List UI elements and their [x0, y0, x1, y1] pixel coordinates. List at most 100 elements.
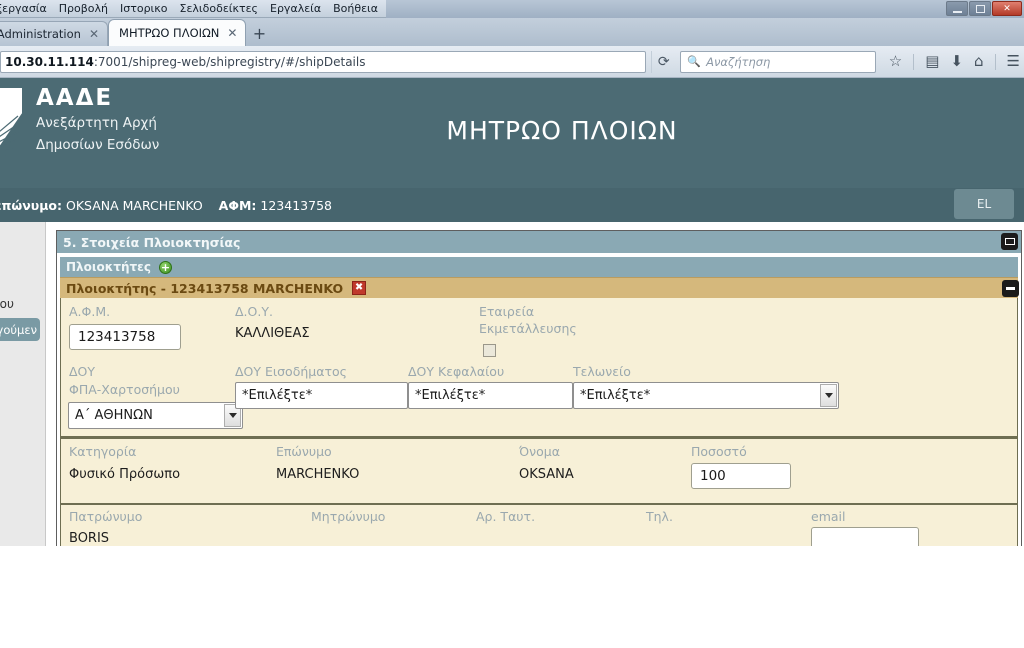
section-collapse-button[interactable] [1001, 233, 1018, 250]
close-icon: ✕ [1003, 3, 1011, 14]
category-value: Φυσικό Πρόσωπο [69, 467, 181, 482]
window-close-button[interactable]: ✕ [992, 1, 1022, 16]
owner-header: Πλοιοκτήτης - 123413758 MARCHENKO ✖ [60, 277, 1019, 298]
percent-input[interactable]: 100 [691, 463, 791, 489]
phone-label: Τηλ. [646, 509, 673, 524]
new-tab-button[interactable]: + [246, 21, 272, 46]
customs-select[interactable]: *Επιλέξτε* [573, 382, 839, 409]
library-icon[interactable]: ▤ [925, 54, 939, 69]
bookmark-star-icon[interactable]: ☆ [889, 54, 902, 69]
tab-title: - Administration [0, 27, 81, 41]
details-row: Πατρώνυμο BORIS Μητρώνυμο Αρ. Ταυτ. Τηλ.… [60, 503, 1018, 546]
id-label: Αρ. Ταυτ. [476, 509, 536, 524]
hamburger-menu-icon[interactable]: ☰ [1007, 54, 1020, 69]
afm-label: ΑΦΜ: [218, 197, 257, 213]
home-icon[interactable]: ⌂ [974, 54, 984, 69]
owner-title: Πλοιοκτήτης - 123413758 MARCHENKO [66, 280, 344, 296]
doy-vat-select[interactable]: Α΄ ΑΘΗΝΩΝ [68, 402, 243, 429]
search-box[interactable]: 🔍 Αναζήτηση [680, 50, 876, 73]
browser-toolbar-icons: ☆ ▤ ⬇ ⌂ ☰ [881, 53, 1020, 70]
url-path: :7001/shipreg-web/shipregistry/#/shipDet… [93, 54, 366, 69]
doy-capital-select[interactable]: *Επιλέξτε* [408, 382, 573, 409]
firstname-label: Όνομα [519, 444, 560, 459]
sidebar-role-label: Ρόλου [0, 297, 14, 311]
father-value: BORIS [69, 531, 110, 546]
father-label: Πατρώνυμο [69, 509, 143, 524]
window-controls: ✕ [946, 1, 1022, 16]
browser-tab-ship-registry[interactable]: ΜΗΤΡΩΟ ΠΛΟΙΩΝ ✕ [108, 19, 247, 46]
tab-close-icon[interactable]: ✕ [227, 26, 237, 40]
body-area: Ρόλου γούμεν 5. Στοιχεία Πλοιοκτησίας Πλ… [0, 222, 1024, 546]
download-icon[interactable]: ⬇ [950, 54, 963, 69]
url-text: 10.30.11.114:7001/shipreg-web/shipregist… [5, 55, 365, 69]
doy-vat-select-value: Α΄ ΑΘΗΝΩΝ [75, 408, 153, 423]
ownership-section: 5. Στοιχεία Πλοιοκτησίας Πλοιοκτήτες + Π… [56, 230, 1022, 546]
chevron-down-icon[interactable] [820, 384, 837, 407]
app-header: ΑΑΔΕ Ανεξάρτητη Αρχή Δημοσίων Εσόδων ΜΗΤ… [0, 78, 1024, 188]
customs-select-value: *Επιλέξτε* [580, 388, 651, 403]
doy-income-label: ΔΟΥ Εισοδήματος [235, 364, 347, 379]
email-input[interactable] [811, 527, 919, 546]
doy-value: ΚΑΛΛΙΘΕΑΣ [235, 326, 310, 341]
doy-vat-label-line2: ΦΠΑ-Χαρτοσήμου [69, 382, 180, 397]
left-sidebar: Ρόλου γούμεν [0, 222, 46, 546]
user-name: OKSANA MARCHENKO [66, 197, 203, 213]
owner-tax-offices-row: ΔΟΥ ΦΠΑ-Χαρτοσήμου Α΄ ΑΘΗΝΩΝ ΔΟΥ Εισοδήμ… [68, 364, 1009, 429]
menu-item-tools[interactable]: Εργαλεία [270, 2, 321, 15]
user-info: ατεπώνυμο: OKSANA MARCHENKO ΑΦΜ: 1234137… [0, 198, 332, 213]
email-label: email [811, 509, 846, 524]
doy-income-select[interactable]: *Επιλέξτε* [235, 382, 408, 409]
search-icon: 🔍 [687, 55, 702, 68]
section-title: 5. Στοιχεία Πλοιοκτησίας [63, 234, 241, 250]
menu-item-help[interactable]: Βοήθεια [333, 2, 378, 15]
category-label: Κατηγορία [69, 444, 137, 459]
owner-collapse-button[interactable] [1002, 280, 1019, 297]
browser-navbar: 10.30.11.114:7001/shipreg-web/shipregist… [0, 46, 1024, 78]
company-label-line1: Εταιρεία [479, 304, 535, 319]
company-label-line2: Εκμετάλλευσης [479, 321, 577, 336]
remove-owner-icon[interactable]: ✖ [352, 281, 367, 295]
afm-input[interactable]: 123413758 [69, 324, 181, 350]
browser-tab-administration[interactable]: - Administration ✕ [0, 21, 109, 46]
search-placeholder: Αναζήτηση [706, 54, 771, 69]
minimize-icon [952, 10, 962, 13]
company-checkbox[interactable] [483, 344, 496, 357]
reload-icon[interactable]: ⟳ [651, 50, 675, 73]
menu-item-edit[interactable]: ξεργασία [0, 2, 47, 15]
menubar-items: ξεργασία Προβολή Ιστορικο Σελιδοδείκτες … [0, 0, 387, 18]
section-header: 5. Στοιχεία Πλοιοκτησίας [57, 231, 1021, 253]
add-owner-icon[interactable]: + [158, 260, 172, 274]
owner-body: Α.Φ.Μ. 123413758 Δ.Ο.Υ. ΚΑΛΛΙΘΕΑΣ Εταιρε… [60, 298, 1018, 437]
brand-acronym: ΑΑΔΕ [36, 85, 114, 111]
mother-label: Μητρώνυμο [311, 509, 386, 524]
menu-item-history[interactable]: Ιστορικο [120, 2, 168, 15]
window-maximize-button[interactable] [969, 1, 991, 16]
afm-label: Α.Φ.Μ. [69, 304, 111, 319]
doy-label: Δ.Ο.Υ. [235, 304, 273, 319]
language-button[interactable]: EL [954, 189, 1014, 219]
doy-capital-select-value: *Επιλέξτε* [415, 388, 486, 403]
sidebar-previous-button[interactable]: γούμεν [0, 318, 40, 341]
page-title: ΜΗΤΡΩΟ ΠΛΟΙΩΝ [446, 116, 678, 145]
user-label: ατεπώνυμο: [0, 197, 63, 213]
owner-identity-row: Α.Φ.Μ. 123413758 Δ.Ο.Υ. ΚΑΛΛΙΘΕΑΣ Εταιρε… [69, 304, 1009, 364]
url-bar[interactable]: 10.30.11.114:7001/shipreg-web/shipregist… [0, 50, 646, 73]
lastname-value: MARCHENKO [276, 467, 360, 482]
url-host: 10.30.11.114 [5, 54, 94, 69]
page-content: ΑΑΔΕ Ανεξάρτητη Αρχή Δημοσίων Εσόδων ΜΗΤ… [0, 78, 1024, 546]
owners-group-title: Πλοιοκτήτες [66, 260, 151, 274]
browser-menubar: ξεργασία Προβολή Ιστορικο Σελιδοδείκτες … [0, 0, 1024, 18]
doy-income-select-value: *Επιλέξτε* [242, 388, 313, 403]
browser-chrome: ξεργασία Προβολή Ιστορικο Σελιδοδείκτες … [0, 0, 1024, 78]
maximize-icon [975, 4, 985, 13]
toolbar-divider [913, 53, 915, 70]
doy-vat-label-line1: ΔΟΥ [69, 364, 96, 379]
window-minimize-button[interactable] [946, 1, 968, 16]
tab-close-icon[interactable]: ✕ [89, 27, 99, 41]
menu-item-view[interactable]: Προβολή [59, 2, 108, 15]
minimize-dash-icon [1006, 287, 1015, 290]
section-body: Πλοιοκτήτες + Πλοιοκτήτης - 123413758 MA… [57, 253, 1021, 546]
form-area: 5. Στοιχεία Πλοιοκτησίας Πλοιοκτήτες + Π… [46, 222, 1024, 546]
menu-item-bookmarks[interactable]: Σελιδοδείκτες [180, 2, 259, 15]
lastname-label: Επώνυμο [276, 444, 332, 459]
